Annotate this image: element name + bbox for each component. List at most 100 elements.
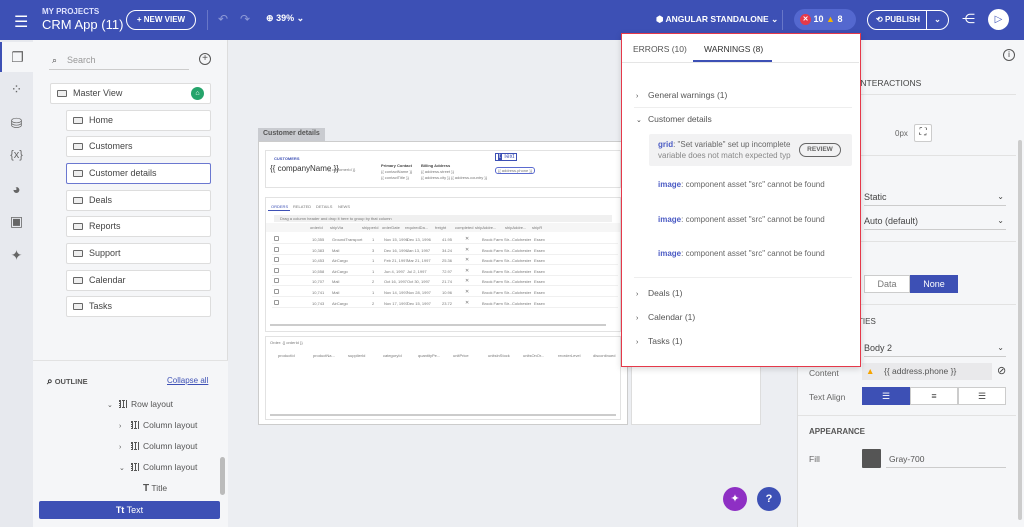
grid-column-header[interactable]: requiredDa... xyxy=(405,225,428,230)
group-general-warnings[interactable]: › General warnings (1) xyxy=(636,90,727,100)
row-checkbox[interactable] xyxy=(274,257,279,263)
row-checkbox[interactable] xyxy=(274,289,279,294)
tab-interactions[interactable]: INTERACTIONS xyxy=(858,78,921,88)
warning-item[interactable]: image: component asset "src" cannot be f… xyxy=(658,215,825,224)
outline-item[interactable]: › Column layout xyxy=(119,420,197,430)
ai-sparkle-icon[interactable]: ✦ xyxy=(0,240,33,270)
outline-item[interactable]: ⌄ Column layout xyxy=(119,462,197,472)
table-row[interactable]: 10,355 GroundTransport 1 Nov 15, 1996 Dec 13… xyxy=(272,234,618,244)
row-checkbox[interactable] xyxy=(274,299,279,305)
help-button[interactable]: ? xyxy=(757,487,781,511)
outline-scrollbar[interactable] xyxy=(220,457,225,495)
ai-assistant-button[interactable]: ✦ xyxy=(723,487,747,511)
align-left-button[interactable]: ☰ xyxy=(862,387,910,405)
warning-item[interactable]: image: component asset "src" cannot be f… xyxy=(658,180,825,189)
view-item-calendar[interactable]: Calendar xyxy=(66,270,211,291)
menu-icon[interactable]: ☰ xyxy=(14,12,28,32)
variables-icon[interactable]: {x} xyxy=(0,140,33,170)
tab-warnings[interactable]: WARNINGS (8) xyxy=(704,44,763,54)
row-checkbox[interactable] xyxy=(274,278,279,284)
grid-column-header[interactable]: freight xyxy=(435,225,446,230)
detail-column-header[interactable]: discontinued xyxy=(593,353,615,358)
link-spacing-icon[interactable]: ⛶ xyxy=(914,124,932,142)
table-row[interactable]: 10,741 Mail 1 Nov 14, 1997 Nov 28, 1997 10.96… xyxy=(272,287,618,297)
tab-errors[interactable]: ERRORS (10) xyxy=(633,44,687,54)
detail-column-header[interactable]: productId xyxy=(278,353,295,358)
search-icon[interactable]: ⌕ xyxy=(47,376,53,387)
issues-badge[interactable]: ✕ 10 ▲ 8 xyxy=(794,9,856,30)
redo-icon[interactable]: ↷ xyxy=(240,12,250,26)
unbind-icon[interactable]: ⊘ xyxy=(997,364,1006,377)
framework-select[interactable]: ⬢ ANGULAR STANDALONE ⌄ xyxy=(656,14,778,25)
collapse-all-link[interactable]: Collapse all xyxy=(167,376,208,385)
view-item-tasks[interactable]: Tasks xyxy=(66,296,211,317)
search-input[interactable]: ⌕ Search xyxy=(49,52,189,70)
view-item-home[interactable]: Home xyxy=(66,110,211,131)
chevron-down-icon[interactable]: ⌄ xyxy=(107,401,119,409)
customer-details-frame[interactable]: CUSTOMERS {{ companyName }} {{ customerI… xyxy=(258,141,628,425)
view-item-customer-details[interactable]: Customer details xyxy=(66,163,211,184)
grid-column-header[interactable]: completed xyxy=(455,225,473,230)
zoom-control[interactable]: ⊕ 39% ⌄ xyxy=(266,13,304,24)
view-item-reports[interactable]: Reports xyxy=(66,216,211,237)
table-row[interactable]: 10,453 AirCargo 1 Feb 21, 1997 Mar 21, 1997 2… xyxy=(272,255,618,266)
outline-item[interactable]: ⌄ Row layout xyxy=(107,399,173,409)
outline-item[interactable]: T Title xyxy=(143,483,167,494)
size-select[interactable]: Auto (default) ⌄ xyxy=(864,212,1006,230)
assets-icon[interactable]: ▣ xyxy=(0,206,33,236)
tab-orders[interactable]: ORDERS xyxy=(271,204,288,209)
tab-related[interactable]: RELATED xyxy=(293,204,311,209)
master-view-item[interactable]: Master View ⌂ xyxy=(50,83,211,104)
preview-play-button[interactable]: ▷ xyxy=(988,9,1009,30)
properties-scrollbar[interactable] xyxy=(1018,140,1022,520)
views-icon[interactable]: ❐ xyxy=(0,42,33,72)
grid-column-header[interactable]: shipR xyxy=(532,225,542,230)
grid-column-header[interactable]: orderId xyxy=(310,225,323,230)
align-right-button[interactable]: ☰ xyxy=(958,387,1006,405)
new-view-button[interactable]: + NEW VIEW xyxy=(126,10,196,30)
view-item-customers[interactable]: Customers xyxy=(66,136,211,157)
chevron-right-icon[interactable]: › xyxy=(119,423,131,430)
grid-column-header[interactable]: shipAddre... xyxy=(475,225,496,230)
row-checkbox[interactable] xyxy=(274,267,279,273)
group-tasks[interactable]: › Tasks (1) xyxy=(636,336,682,346)
tab-news[interactable]: NEWS xyxy=(338,204,350,209)
outline-item-selected[interactable]: Tt Text xyxy=(39,501,220,519)
group-calendar[interactable]: › Calendar (1) xyxy=(636,312,695,322)
data-sources-icon[interactable]: ⛁ xyxy=(0,108,33,138)
group-deals[interactable]: › Deals (1) xyxy=(636,288,682,298)
theme-palette-icon[interactable]: ◕ xyxy=(0,174,33,204)
table-row[interactable]: 10,558 AirCargo 1 Jun 4, 1997 Jul 2, 1997 72.… xyxy=(272,266,618,276)
position-select[interactable]: Static ⌄ xyxy=(864,188,1006,206)
breadcrumb[interactable]: CUSTOMERS xyxy=(274,156,299,161)
detail-column-header[interactable]: supplierId xyxy=(348,353,365,358)
info-icon[interactable]: i xyxy=(1003,49,1015,61)
grid-column-header[interactable]: shipVia xyxy=(330,225,343,230)
view-item-deals[interactable]: Deals xyxy=(66,190,211,211)
table-row[interactable]: 10,383 Mail 3 Dec 16, 1996 Jan 13, 1997 34.24… xyxy=(272,245,618,255)
tab-details[interactable]: DETAILS xyxy=(316,204,332,209)
grid-horizontal-scrollbar[interactable] xyxy=(270,324,606,326)
grid-column-header[interactable]: shipAddre... xyxy=(505,225,526,230)
group-customer-details[interactable]: ⌄ Customer details xyxy=(636,114,712,124)
components-icon[interactable]: ⁘ xyxy=(0,74,33,104)
table-row[interactable]: 10,743 AirCargo 2 Nov 17, 1997 Dec 15, 1997 2… xyxy=(272,298,618,308)
detail-column-header[interactable]: unitsInStock xyxy=(488,353,510,358)
table-row[interactable]: 10,707 Mail 2 Oct 16, 1997 Oct 30, 1997 21.74… xyxy=(272,276,618,287)
spacing-value[interactable]: 0px xyxy=(895,129,908,138)
share-icon[interactable]: ⋲ xyxy=(962,11,975,27)
review-button[interactable]: REVIEW xyxy=(799,143,841,157)
chevron-right-icon[interactable]: › xyxy=(119,444,131,451)
detail-column-header[interactable]: quantityPe... xyxy=(418,353,440,358)
detail-column-header[interactable]: categoryId xyxy=(383,353,402,358)
publish-dropdown[interactable]: ⌄ xyxy=(926,11,948,29)
add-view-button[interactable]: + xyxy=(199,53,211,65)
fill-color-input[interactable]: Gray-700 xyxy=(886,450,1006,468)
my-projects-link[interactable]: MY PROJECTS xyxy=(42,7,99,16)
fill-color-swatch[interactable] xyxy=(862,449,881,468)
typography-select[interactable]: Body 2 ⌄ xyxy=(864,339,1006,357)
detail-column-header[interactable]: productNa... xyxy=(313,353,335,358)
detail-scrollbar[interactable] xyxy=(270,414,616,416)
outline-item[interactable]: › Column layout xyxy=(119,441,197,451)
grid-column-header[interactable]: orderDate xyxy=(382,225,400,230)
